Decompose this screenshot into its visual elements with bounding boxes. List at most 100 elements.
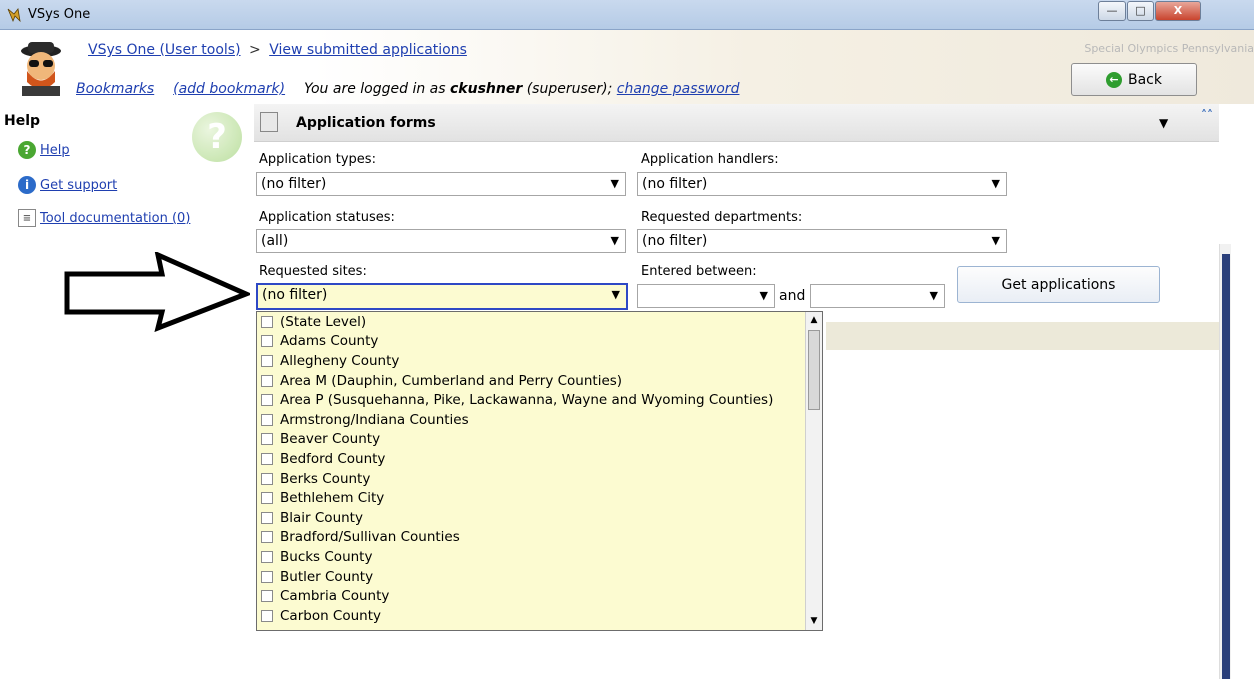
get-support-item[interactable]: i Get support — [18, 174, 117, 196]
site-checkbox[interactable] — [261, 511, 273, 524]
help-sidebar: Help ? ? Help i Get support ≡ Tool docum… — [0, 104, 254, 679]
breadcrumb-separator: > — [249, 42, 261, 58]
site-checkbox[interactable] — [261, 570, 273, 583]
tool-documentation-item[interactable]: ≡ Tool documentation (0) — [18, 207, 190, 229]
window-titlebar: VSys One — □ X — [0, 0, 1254, 30]
tool-documentation-link[interactable]: Tool documentation (0) — [40, 211, 190, 226]
site-option-label: Area M (Dauphin, Cumberland and Perry Co… — [280, 372, 623, 389]
help-watermark-icon: ? — [192, 112, 242, 162]
site-checkbox[interactable] — [261, 354, 273, 367]
site-checkbox[interactable] — [261, 492, 273, 505]
site-option[interactable]: Bedford County — [257, 449, 822, 469]
scroll-down-icon[interactable]: ▼ — [807, 614, 821, 629]
site-checkbox[interactable] — [261, 433, 273, 446]
site-option-label: (State Level) — [280, 313, 367, 330]
change-password-link[interactable]: change password — [617, 81, 740, 97]
site-checkbox[interactable] — [261, 394, 273, 407]
requested-departments-select[interactable]: (no filter) ▼ — [637, 229, 1007, 253]
site-checkbox[interactable] — [261, 472, 273, 485]
chevron-down-icon: ▼ — [991, 177, 1000, 190]
site-option[interactable]: Allegheny County — [257, 351, 822, 371]
session-info: Bookmarks (add bookmark) You are logged … — [76, 81, 739, 97]
breadcrumb-current-link[interactable]: View submitted applications — [269, 42, 467, 58]
site-option-label: Carbon County — [280, 607, 382, 624]
site-option-label: Bradford/Sullivan Counties — [280, 529, 460, 546]
application-handlers-select[interactable]: (no filter) ▼ — [637, 172, 1007, 196]
site-option-label: Bedford County — [280, 450, 386, 467]
annotation-arrow-icon — [64, 252, 250, 332]
minimize-button[interactable]: — — [1098, 1, 1126, 21]
info-icon: i — [18, 176, 36, 194]
site-option[interactable]: (State Level) — [257, 312, 822, 332]
site-option-label: Area P (Susquehanna, Pike, Lackawanna, W… — [280, 392, 774, 409]
site-checkbox[interactable] — [261, 374, 273, 387]
application-types-label: Application types: — [259, 152, 376, 167]
results-header-bar — [826, 322, 1219, 350]
site-checkbox[interactable] — [261, 590, 273, 603]
breadcrumb-user-tools-link[interactable]: VSys One (User tools) — [88, 42, 241, 58]
site-option-label: Cambria County — [280, 588, 390, 605]
site-checkbox[interactable] — [261, 335, 273, 348]
application-handlers-value: (no filter) — [642, 176, 708, 192]
add-bookmark-link[interactable]: (add bookmark) — [173, 81, 285, 97]
site-checkbox[interactable] — [261, 531, 273, 544]
site-option[interactable]: Bradford/Sullivan Counties — [257, 528, 822, 548]
requested-departments-value: (no filter) — [642, 233, 708, 249]
site-checkbox[interactable] — [261, 413, 273, 426]
help-link[interactable]: Help — [40, 143, 70, 158]
site-option[interactable]: Adams County — [257, 332, 822, 352]
site-checkbox[interactable] — [261, 452, 273, 465]
window-title: VSys One — [28, 7, 91, 22]
requested-sites-select[interactable]: (no filter) ▼ — [256, 283, 628, 310]
site-option-label: Adams County — [280, 333, 379, 350]
site-option[interactable]: Berks County — [257, 469, 822, 489]
site-option[interactable]: Armstrong/Indiana Counties — [257, 410, 822, 430]
get-applications-button[interactable]: Get applications — [957, 266, 1160, 303]
panel-title: Application forms — [296, 115, 436, 131]
site-checkbox[interactable] — [261, 550, 273, 563]
site-option-label: Allegheny County — [280, 352, 400, 369]
logged-in-label: You are logged in as — [303, 81, 446, 97]
collapse-panel-icon[interactable]: ˄˄ — [1201, 108, 1213, 122]
application-statuses-select[interactable]: (all) ▼ — [256, 229, 626, 253]
help-link-item[interactable]: ? Help — [18, 139, 70, 161]
entered-from-date[interactable]: ▼ — [637, 284, 775, 308]
and-label: and — [779, 288, 806, 304]
entered-between-label: Entered between: — [641, 264, 757, 279]
maximize-button[interactable]: □ — [1127, 1, 1154, 21]
application-forms-header: Application forms ▼ — [254, 104, 1219, 142]
minimize-icon: — — [1106, 4, 1118, 17]
scrollbar-thumb[interactable] — [1222, 254, 1230, 679]
application-statuses-label: Application statuses: — [259, 210, 395, 225]
dropdown-scrollbar[interactable]: ▲ ▼ — [805, 312, 822, 630]
site-option[interactable]: Blair County — [257, 508, 822, 528]
site-option[interactable]: Area M (Dauphin, Cumberland and Perry Co… — [257, 371, 822, 391]
get-support-link[interactable]: Get support — [40, 178, 117, 193]
main-scrollbar[interactable] — [1219, 244, 1231, 679]
chevron-down-icon: ▼ — [610, 234, 619, 247]
site-option[interactable]: Bucks County — [257, 547, 822, 567]
entered-to-date[interactable]: ▼ — [810, 284, 945, 308]
site-option[interactable]: Bethlehem City — [257, 488, 822, 508]
site-checkbox[interactable] — [261, 609, 273, 622]
site-option-label: Armstrong/Indiana Counties — [280, 411, 469, 428]
username: ckushner — [450, 81, 523, 97]
close-button[interactable]: X — [1155, 1, 1201, 21]
site-checkbox[interactable] — [261, 315, 273, 328]
scroll-up-icon[interactable]: ▲ — [807, 313, 821, 328]
site-option[interactable]: Beaver County — [257, 430, 822, 450]
site-option[interactable]: Carbon County — [257, 606, 822, 626]
site-option[interactable]: Cambria County — [257, 586, 822, 606]
panel-dropdown-icon[interactable]: ▼ — [1159, 116, 1168, 130]
site-option[interactable]: Area P (Susquehanna, Pike, Lackawanna, W… — [257, 390, 822, 410]
requested-sites-dropdown[interactable]: (State Level) Adams County Allegheny Count… — [256, 311, 823, 631]
dropdown-scrollbar-thumb[interactable] — [808, 330, 820, 410]
chevron-down-icon: ▼ — [759, 289, 768, 302]
application-types-select[interactable]: (no filter) ▼ — [256, 172, 626, 196]
bookmarks-link[interactable]: Bookmarks — [76, 81, 154, 97]
chevron-down-icon: ▼ — [929, 289, 938, 302]
site-option[interactable]: Butler County — [257, 567, 822, 587]
app-icon — [7, 8, 21, 23]
site-option-label: Bucks County — [280, 548, 373, 565]
back-button[interactable]: ← Back — [1071, 63, 1197, 96]
